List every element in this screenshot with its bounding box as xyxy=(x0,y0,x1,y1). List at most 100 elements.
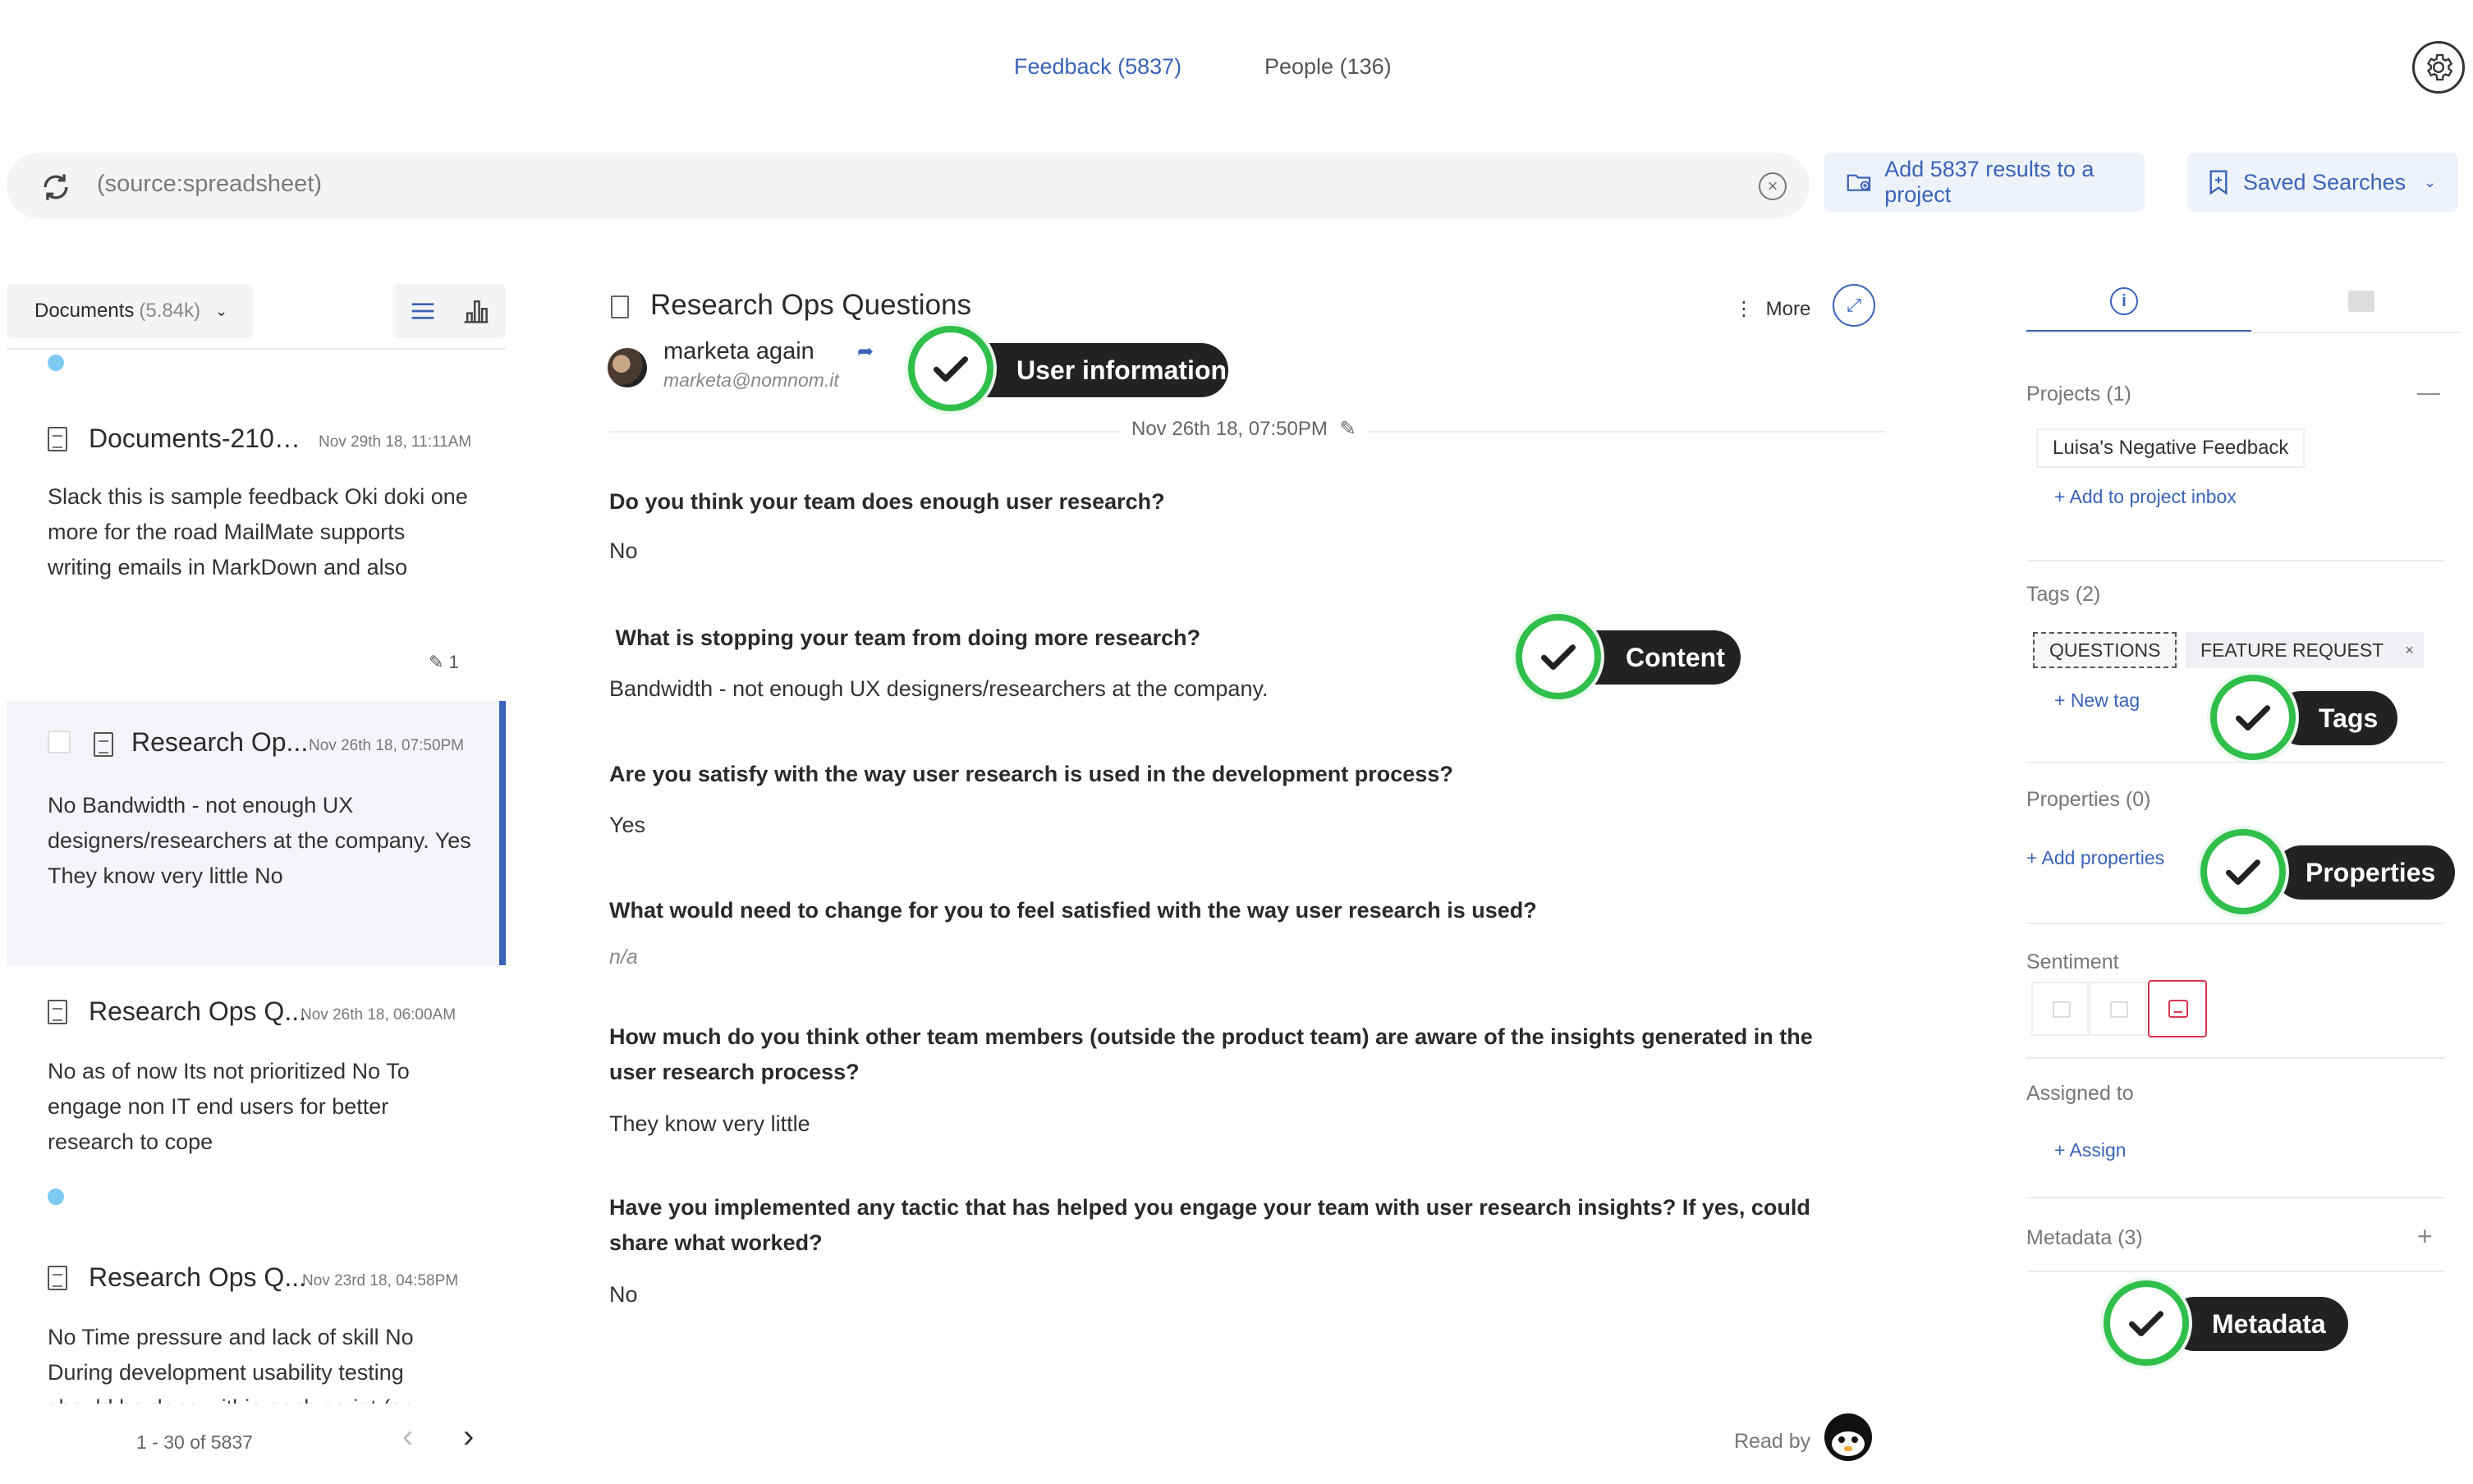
info-icon[interactable]: i xyxy=(2110,287,2138,315)
expand-icon[interactable]: ⤢ xyxy=(1833,284,1875,327)
note-count: ✎ 1 xyxy=(429,652,459,673)
tab-people[interactable]: People (136) xyxy=(1264,54,1392,80)
bar-chart-icon[interactable] xyxy=(461,295,491,329)
answer: They know very little xyxy=(609,1111,810,1136)
check-icon xyxy=(2104,1280,2189,1366)
sentiment-positive-icon[interactable] xyxy=(2031,982,2089,1036)
tags-label: Tags (2) xyxy=(2026,583,2101,606)
sentiment-neutral-icon[interactable] xyxy=(2089,982,2146,1036)
question: What would need to change for you to fee… xyxy=(609,898,1537,923)
clear-search-icon[interactable]: × xyxy=(1759,172,1787,200)
divider xyxy=(2026,762,2445,763)
list-item-title: Research Ops Q... xyxy=(89,1262,306,1292)
list-item-snippet: Slack this is sample feedback Oki doki o… xyxy=(48,484,468,579)
refresh-icon[interactable] xyxy=(38,169,74,205)
divider xyxy=(7,348,506,350)
list-item-date: Nov 23rd 18, 04:58PM xyxy=(302,1272,459,1289)
gear-icon[interactable] xyxy=(2412,41,2465,94)
metadata-label: Metadata (3) xyxy=(2026,1226,2143,1249)
question: Have you implemented any tactic that has… xyxy=(609,1195,1810,1255)
list-item-snippet: No Time pressure and lack of skill No Du… xyxy=(48,1325,414,1404)
list-item-title: Documents-210e... xyxy=(89,424,310,453)
document-title: Research Ops Questions xyxy=(650,289,972,321)
reader-avatar xyxy=(1824,1413,1872,1461)
annotation-label: Content xyxy=(1626,642,1725,672)
add-results-to-project-button[interactable]: Add 5837 results to a project xyxy=(1824,153,2145,212)
read-by-label: Read by xyxy=(1734,1430,1811,1453)
saved-searches-button[interactable]: Saved Searches ⌄ xyxy=(2187,153,2458,212)
comment-icon[interactable] xyxy=(2348,291,2374,312)
tag-chip[interactable]: FEATURE REQUEST × xyxy=(2186,632,2424,668)
list-item-title: Research Ops Q... xyxy=(89,996,306,1026)
chevron-right-icon[interactable]: › xyxy=(463,1418,474,1455)
add-properties-link[interactable]: + Add properties xyxy=(2026,847,2164,869)
project-chip[interactable]: Luisa's Negative Feedback xyxy=(2036,428,2306,468)
unread-dot xyxy=(48,355,64,371)
document-date-text: Nov 26th 18, 07:50PM xyxy=(1131,418,1328,440)
avatar xyxy=(608,348,647,387)
divider xyxy=(2026,923,2445,924)
list-item[interactable]: Research Ops Q... Nov 26th 18, 06:00AM N… xyxy=(7,982,506,1170)
author-email: marketa@nomnom.it xyxy=(663,369,839,391)
close-icon[interactable]: × xyxy=(2405,642,2414,659)
divider xyxy=(2026,1057,2445,1059)
document-icon xyxy=(611,295,629,318)
documents-filter-count: (5.84k) xyxy=(139,300,201,322)
list-item[interactable]: Documents-210e... Nov 29th 18, 11:11AM S… xyxy=(7,397,506,709)
annotation-properties: Properties xyxy=(2274,845,2455,900)
search-input[interactable]: (source:spreadsheet) xyxy=(97,171,322,198)
answer: No xyxy=(609,1282,638,1307)
document-icon xyxy=(48,1266,67,1290)
check-icon xyxy=(2210,675,2296,760)
divider xyxy=(2026,332,2462,333)
add-to-project-inbox-link[interactable]: + Add to project inbox xyxy=(2054,486,2237,508)
question: What is stopping your team from doing mo… xyxy=(609,625,1201,650)
sentiment-label: Sentiment xyxy=(2026,950,2119,973)
check-icon xyxy=(908,326,993,411)
pencil-icon[interactable]: ✎ xyxy=(1340,418,1356,440)
tag-chip[interactable]: QUESTIONS xyxy=(2033,632,2177,668)
assign-link[interactable]: + Assign xyxy=(2054,1139,2127,1161)
share-icon[interactable]: ➦ xyxy=(857,340,874,364)
more-menu-button[interactable]: ⋮ More xyxy=(1734,297,1810,321)
author-name[interactable]: marketa again xyxy=(663,338,814,365)
divider xyxy=(2026,1197,2445,1198)
chevron-down-icon: ⌄ xyxy=(2424,173,2437,190)
check-icon xyxy=(1516,614,1601,699)
question: How much do you think other team members… xyxy=(609,1024,1813,1084)
pagination-info: 1 - 30 of 5837 xyxy=(136,1431,253,1453)
list-item-selected[interactable]: Research Op... Nov 26th 18, 07:50PM No B… xyxy=(7,701,506,965)
document-icon xyxy=(94,732,113,757)
divider xyxy=(2026,1271,2445,1272)
properties-label: Properties (0) xyxy=(2026,788,2151,811)
list-item-date: Nov 26th 18, 06:00AM xyxy=(301,1006,457,1024)
list-view-icon[interactable] xyxy=(409,299,437,327)
answer: Yes xyxy=(609,813,646,837)
assigned-to-label: Assigned to xyxy=(2026,1082,2134,1105)
pencil-icon: ✎ xyxy=(429,652,444,672)
annotation-label: Tags xyxy=(2319,703,2379,733)
chevron-left-icon[interactable]: ‹ xyxy=(402,1418,413,1455)
list-item[interactable]: Research Ops Q... Nov 23rd 18, 04:58PM N… xyxy=(7,1248,506,1404)
tab-feedback[interactable]: Feedback (5837) xyxy=(1014,54,1181,80)
question: Do you think your team does enough user … xyxy=(609,489,1165,514)
chevron-down-icon: ⌄ xyxy=(215,302,228,319)
view-toggle xyxy=(392,284,506,338)
answer: No xyxy=(609,538,638,563)
list-item-checkbox[interactable] xyxy=(48,731,71,753)
expand-metadata-icon[interactable]: + xyxy=(2417,1221,2433,1252)
saved-searches-label: Saved Searches xyxy=(2243,169,2406,195)
search-bar[interactable]: (source:spreadsheet) × xyxy=(7,153,1810,218)
annotation-label: Metadata xyxy=(2212,1308,2326,1339)
projects-label: Projects (1) xyxy=(2026,382,2131,405)
collapse-icon[interactable]: — xyxy=(2417,379,2440,405)
new-tag-link[interactable]: + New tag xyxy=(2054,689,2140,712)
kebab-icon: ⋮ xyxy=(1734,298,1754,320)
list-item-snippet: No as of now Its not prioritized No To e… xyxy=(48,1059,410,1154)
check-icon xyxy=(2200,829,2286,914)
documents-filter-dropdown[interactable]: Documents (5.84k) ⌄ xyxy=(7,284,253,338)
document-icon xyxy=(48,427,67,451)
divider xyxy=(2026,560,2445,561)
more-label: More xyxy=(1765,298,1811,320)
sentiment-negative-icon[interactable] xyxy=(2148,980,2207,1037)
